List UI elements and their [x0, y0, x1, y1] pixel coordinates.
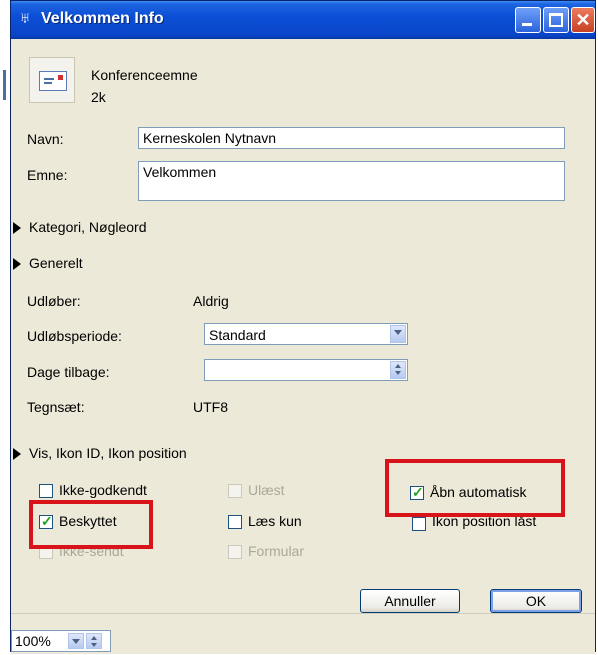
minimize-icon: [522, 23, 532, 26]
expiry-period-value: Standard: [209, 327, 266, 343]
zoom-value: 100%: [15, 633, 51, 649]
chevron-down-icon: [394, 330, 402, 335]
spin-up-icon: [395, 364, 401, 368]
subject-textarea[interactable]: Velkommen: [138, 161, 565, 201]
expand-triangle-icon[interactable]: [13, 222, 21, 234]
background-strip: [0, 0, 10, 655]
collapse-triangle-icon[interactable]: [13, 258, 21, 270]
spin-button[interactable]: [390, 361, 406, 379]
unread-label: Ulæst: [248, 482, 285, 498]
expiry-period-select[interactable]: Standard: [204, 323, 408, 345]
close-button[interactable]: ✕: [571, 7, 595, 33]
zoom-dropdown-button[interactable]: [68, 633, 84, 649]
maximize-icon: [549, 13, 563, 27]
days-back-stepper[interactable]: [204, 359, 408, 381]
unread-checkbox[interactable]: [228, 484, 242, 498]
expires-value: Aldrig: [193, 293, 229, 309]
read-only-checkbox[interactable]: [228, 515, 242, 529]
spin-down-icon: [91, 643, 97, 647]
subject-label: Emne:: [27, 167, 68, 183]
highlight-box-protected: [29, 500, 153, 549]
zoom-stepper-button[interactable]: [86, 633, 102, 649]
ok-button[interactable]: OK: [490, 589, 582, 613]
unapproved-checkbox[interactable]: [39, 484, 53, 498]
icon-position-locked-checkbox[interactable]: [412, 517, 426, 531]
title-bar[interactable]: ♅ Velkommen Info ✕: [11, 1, 595, 39]
form-label: Formular: [248, 543, 305, 559]
general-section-header[interactable]: Generelt: [29, 255, 83, 271]
item-size-label: 2k: [91, 89, 106, 105]
days-back-label: Dage tilbage:: [27, 364, 110, 380]
status-bar: 100%: [11, 613, 595, 654]
category-section-header[interactable]: Kategori, Nøgleord: [29, 219, 147, 235]
info-dialog: ♅ Velkommen Info ✕ Konferenceemne 2k Nav…: [10, 0, 596, 654]
unapproved-label: Ikke-godkendt: [59, 482, 147, 498]
name-input[interactable]: [138, 127, 565, 149]
charset-value: UTF8: [193, 399, 228, 415]
item-type-label: Konferenceemne: [91, 67, 198, 83]
chevron-down-icon: [72, 639, 80, 644]
form-checkbox[interactable]: [228, 545, 242, 559]
close-icon: ✕: [575, 10, 591, 30]
snail-icon: ♅: [19, 10, 31, 27]
zoom-control[interactable]: 100%: [11, 630, 111, 652]
view-section-header[interactable]: Vis, Ikon ID, Ikon position: [29, 445, 187, 461]
minimize-button[interactable]: [515, 7, 541, 33]
background-marker: [3, 70, 6, 100]
highlight-box-auto-open: [385, 459, 565, 517]
expiry-period-label: Udløbsperiode:: [27, 328, 122, 344]
expires-label: Udløber:: [27, 293, 81, 309]
spin-up-icon: [91, 636, 97, 640]
cancel-button[interactable]: Annuller: [360, 589, 460, 613]
spin-down-icon: [395, 371, 401, 375]
collapse-triangle-icon[interactable]: [13, 448, 21, 460]
charset-label: Tegnsæt:: [27, 399, 85, 415]
name-label: Navn:: [27, 131, 64, 147]
window-title: Velkommen Info: [41, 10, 164, 27]
conference-item-icon: [29, 57, 75, 103]
maximize-button[interactable]: [543, 7, 569, 33]
read-only-label: Læs kun: [248, 513, 302, 529]
dropdown-button[interactable]: [390, 325, 406, 343]
dialog-content: Konferenceemne 2k Navn: Emne: Velkommen …: [11, 39, 595, 613]
